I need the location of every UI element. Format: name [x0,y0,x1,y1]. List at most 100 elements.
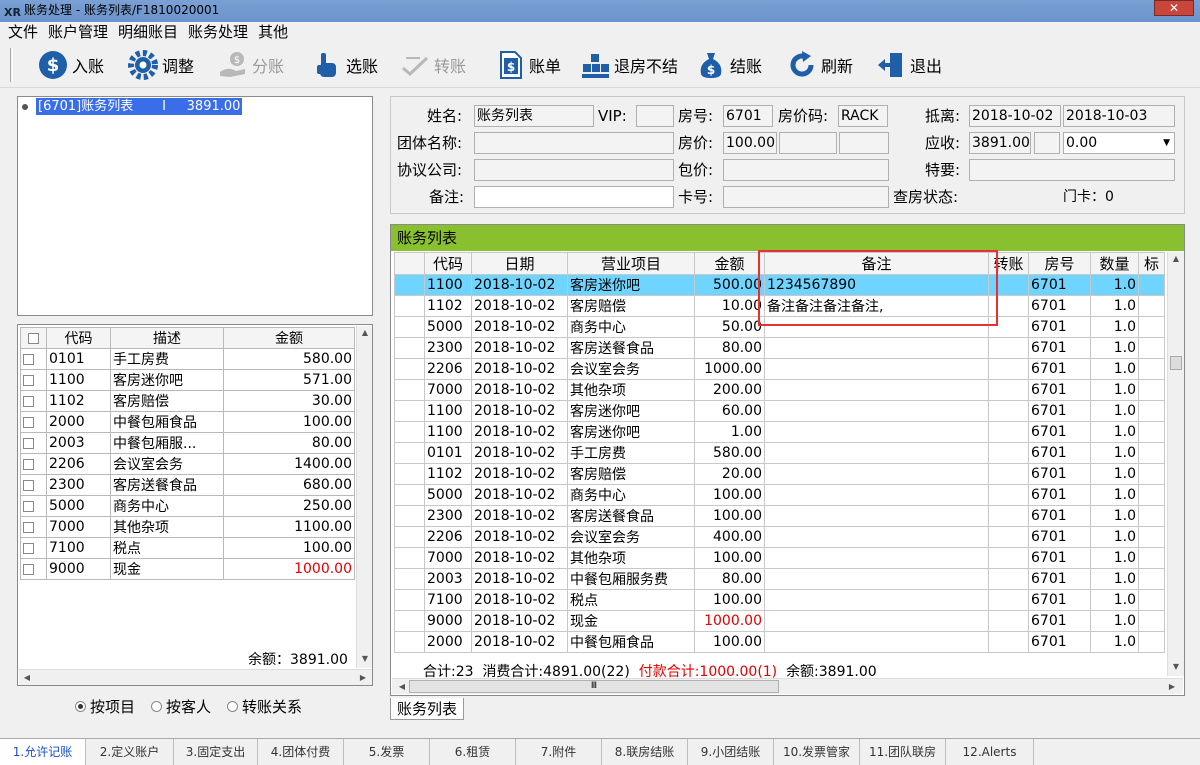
row-checkbox[interactable] [20,537,47,559]
status-tab-2[interactable]: 2.定义账户 [86,739,174,765]
ledger-row[interactable]: 1102 2018-10-02 客房赔偿 20.00 6701 1.0 [394,463,1165,485]
price-extra-field-2[interactable] [839,132,889,154]
row-indicator[interactable] [394,274,425,296]
radio-by-guest[interactable]: 按客人 [151,696,211,716]
scroll-up-icon[interactable]: ▲ [1168,254,1184,263]
ledger-row[interactable]: 7000 2018-10-02 其他杂项 100.00 6701 1.0 [394,547,1165,569]
row-checkbox[interactable] [20,432,47,454]
ledger-vscroll[interactable]: ▲ ▼ [1167,252,1184,676]
row-indicator[interactable] [394,379,425,401]
summary-row[interactable]: 2206 会议室会务 1400.00 [20,453,355,475]
ledger-row[interactable]: 2206 2018-10-02 会议室会务 1000.00 6701 1.0 [394,358,1165,380]
col-flag[interactable]: 标 [1138,252,1165,275]
settle-button[interactable]: $ 结账 [696,48,762,82]
summary-row[interactable]: 7000 其他杂项 1100.00 [20,516,355,538]
summary-row[interactable]: 2300 客房送餐食品 680.00 [20,474,355,496]
status-tab-9[interactable]: 9.小团结账 [688,739,774,765]
row-indicator[interactable] [394,463,425,485]
row-indicator[interactable] [394,526,425,548]
row-checkbox[interactable] [20,390,47,412]
ledger-row[interactable]: 5000 2018-10-02 商务中心 100.00 6701 1.0 [394,484,1165,506]
remark-field[interactable] [474,186,674,208]
summary-vscroll[interactable]: ▲ ▼ [356,326,372,668]
row-checkbox[interactable] [20,348,47,370]
ledger-vscroll-thumb[interactable] [1170,356,1182,370]
due-field[interactable]: 3891.00 [969,132,1031,154]
col-amount[interactable]: 金额 [223,327,355,349]
tab-ledger-list[interactable]: 账务列表 [390,698,465,720]
row-indicator[interactable] [394,400,425,422]
summary-row[interactable]: 5000 商务中心 250.00 [20,495,355,517]
status-tab-4[interactable]: 4.团体付费 [258,739,344,765]
row-indicator[interactable] [394,610,425,632]
row-indicator[interactable] [394,358,425,380]
menu-file[interactable]: 文件 [0,22,40,42]
due-select[interactable]: 0.00 ▼ [1063,132,1175,154]
row-checkbox[interactable] [20,558,47,580]
ledger-row[interactable]: 0101 2018-10-02 手工房费 580.00 6701 1.0 [394,442,1165,464]
due-small-field[interactable] [1034,132,1060,154]
radio-by-item[interactable]: 按项目 [75,696,135,716]
row-checkbox[interactable] [20,495,47,517]
menu-other[interactable]: 其他 [250,22,290,42]
summary-hscroll[interactable]: ◀ ▶ [19,669,372,685]
row-indicator[interactable] [394,316,425,338]
adjust-button[interactable]: 调整 [128,48,194,82]
status-tab-12[interactable]: 12.Alerts [946,739,1034,765]
status-tab-8[interactable]: 8.联房结账 [602,739,688,765]
row-checkbox[interactable] [20,369,47,391]
transfer-button[interactable]: 转账 [400,48,466,82]
ledger-row[interactable]: 2300 2018-10-02 客房送餐食品 100.00 6701 1.0 [394,505,1165,527]
menu-account-mgmt[interactable]: 账户管理 [40,22,110,42]
row-indicator[interactable] [394,484,425,506]
price-extra-field-1[interactable] [779,132,837,154]
status-tab-3[interactable]: 3.固定支出 [174,739,258,765]
col-desc[interactable]: 描述 [110,327,224,349]
col-date[interactable]: 日期 [471,252,568,275]
status-tab-7[interactable]: 7.附件 [516,739,602,765]
ledger-row[interactable]: 1100 2018-10-02 客房迷你吧 1.00 6701 1.0 [394,421,1165,443]
status-tab-1[interactable]: 1.允许记账 [0,739,86,765]
price-field[interactable]: 100.00 [723,132,777,154]
special-field[interactable] [969,159,1175,181]
ledger-row[interactable]: 2000 2018-10-02 中餐包厢食品 100.00 6701 1.0 [394,631,1165,653]
scroll-down-icon[interactable]: ▼ [1168,662,1184,671]
card-field[interactable] [723,186,889,208]
row-checkbox[interactable] [20,474,47,496]
row-indicator[interactable] [394,547,425,569]
row-checkbox[interactable] [20,516,47,538]
menu-detail[interactable]: 明细账目 [110,22,180,42]
departure-date-field[interactable]: 2018-10-03 [1063,105,1175,127]
row-checkbox[interactable] [20,453,47,475]
package-field[interactable] [723,159,889,181]
ledger-row[interactable]: 7000 2018-10-02 其他杂项 200.00 6701 1.0 [394,379,1165,401]
account-tree[interactable]: [6701]账务列表 I 3891.00 [17,96,373,316]
status-tab-11[interactable]: 11.团队联房 [860,739,946,765]
row-indicator[interactable] [394,295,425,317]
arrival-date-field[interactable]: 2018-10-02 [969,105,1061,127]
name-field[interactable]: 账务列表 [474,105,594,127]
menu-billing[interactable]: 账务处理 [180,22,250,42]
scroll-right-icon[interactable]: ▶ [1164,682,1180,691]
status-tab-6[interactable]: 6.租赁 [430,739,516,765]
select-button[interactable]: 选账 [312,48,378,82]
checkout-unsettled-button[interactable]: 退房不结 [580,48,678,82]
bill-button[interactable]: $ 账单 [495,48,561,82]
summary-row[interactable]: 2003 中餐包厢服... 80.00 [20,432,355,454]
summary-row[interactable]: 7100 税点 100.00 [20,537,355,559]
scroll-left-icon[interactable]: ◀ [19,673,35,682]
ledger-row[interactable]: 9000 2018-10-02 现金 1000.00 6701 1.0 [394,610,1165,632]
room-field[interactable]: 6701 [723,105,773,127]
ledger-row[interactable]: 7100 2018-10-02 税点 100.00 6701 1.0 [394,589,1165,611]
summary-row[interactable]: 1100 客房迷你吧 571.00 [20,369,355,391]
summary-row[interactable]: 0101 手工房费 580.00 [20,348,355,370]
exit-button[interactable]: 退出 [876,48,942,82]
post-charge-button[interactable]: $ 入账 [38,48,104,82]
close-button[interactable]: ✕ [1154,0,1194,16]
summary-row[interactable]: 9000 现金 1000.00 [20,558,355,580]
ledger-row[interactable]: 2206 2018-10-02 会议室会务 400.00 6701 1.0 [394,526,1165,548]
row-indicator[interactable] [394,589,425,611]
vip-field[interactable] [636,105,674,127]
row-indicator[interactable] [394,505,425,527]
ledger-hscroll[interactable]: ◀ Ⅲ ▶ [392,678,1183,694]
